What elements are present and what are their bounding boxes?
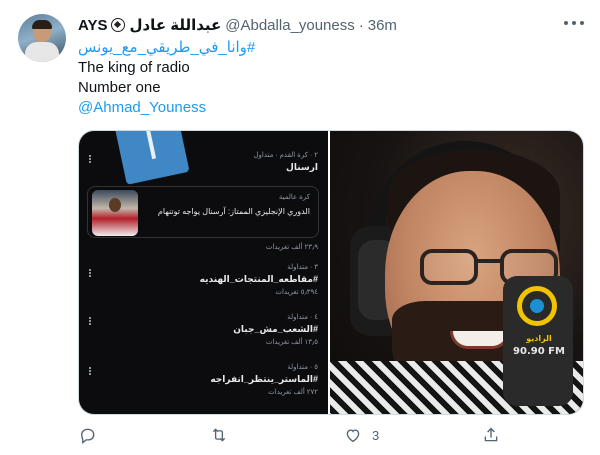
- trend-meta: ٥ · متداولة: [287, 364, 318, 371]
- trend-more-icon: [89, 155, 91, 163]
- trend-meta: ٤ · متداولة: [287, 314, 318, 321]
- radio-mic-logo: الراديو 90.90 FM: [503, 276, 573, 406]
- share-icon: [484, 427, 498, 442]
- reply-icon: [81, 428, 95, 444]
- trend-item: ٥ · متداولة #الماستر_ينتظر_انفراجه ٢٧٢ أ…: [210, 363, 318, 396]
- separator-dot: ·: [358, 16, 364, 34]
- trend-name: ارسنال: [286, 162, 318, 172]
- media-image-trends[interactable]: ٢ · كرة القدم · متداول ارسنال كرة عالمية…: [79, 131, 330, 414]
- retweet-button[interactable]: [210, 426, 228, 444]
- soccer-ball-icon: [111, 18, 126, 32]
- trend-item: ٣ · متداولة #مقاطعه_المنتجات_الهنديه ٥٫٣…: [200, 263, 318, 296]
- trend-more-icon: [89, 269, 91, 277]
- trend-meta: ٣ · متداولة: [287, 264, 318, 271]
- tweet-header: AYS عبداللة عادل @Abdalla_youness · 36m: [78, 15, 548, 35]
- display-name-text[interactable]: AYS: [78, 17, 107, 34]
- media-grid: ٢ · كرة القدم · متداول ارسنال كرة عالمية…: [78, 130, 584, 415]
- like-button[interactable]: 3: [344, 426, 379, 444]
- news-thumbnail: [92, 190, 138, 236]
- trend-count: ٥٫٣٩٤ تغريدات: [275, 289, 318, 296]
- trend-count: ٢٧٢ ألف تغريدات: [268, 389, 318, 396]
- trend-item: ٢ · كرة القدم · متداول ارسنال: [253, 151, 318, 173]
- tweet-text: #وانا_في_طريقي_مع_يونس The king of radio…: [78, 38, 578, 118]
- trend-item: ٤ · متداولة #الشعب_مش_جبان ١٣٫٥ ألف تغري…: [233, 313, 318, 346]
- trend-name: #الماستر_ينتظر_انفراجه: [210, 374, 318, 384]
- tweet-time[interactable]: 36m: [368, 17, 397, 34]
- blue-tag-graphic: [112, 131, 190, 185]
- display-name-arabic[interactable]: عبداللة عادل: [129, 16, 221, 34]
- heart-icon: [346, 429, 360, 443]
- mention-link[interactable]: @Ahmad_Youness: [78, 98, 578, 118]
- tweet-line-2: Number one: [78, 79, 161, 96]
- trend-name: #الشعب_مش_جبان: [233, 324, 318, 334]
- trend-meta: ٢ · كرة القدم · متداول: [253, 152, 318, 159]
- hashtag-link[interactable]: #وانا_في_طريقي_مع_يونس: [78, 38, 578, 58]
- media-image-photo[interactable]: الراديو 90.90 FM: [330, 131, 583, 414]
- news-title: الدوري الإنجليزي الممتاز: آرسنال يواجه ت…: [157, 207, 310, 216]
- smile: [450, 331, 510, 349]
- news-count: ٢٣٫٩ ألف تغريدات: [265, 244, 318, 251]
- tweet-actions: 3: [78, 426, 508, 448]
- radio-logo-freq: 90.90 FM: [513, 346, 565, 357]
- trend-count: ١٣٫٥ ألف تغريدات: [265, 339, 318, 346]
- share-button[interactable]: [482, 426, 500, 444]
- tweet: AYS عبداللة عادل @Abdalla_youness · 36m …: [0, 0, 600, 455]
- avatar[interactable]: [18, 14, 66, 62]
- user-handle[interactable]: @Abdalla_youness: [225, 17, 354, 34]
- news-meta: كرة عالمية: [278, 194, 310, 201]
- radio-logo-text: الراديو: [526, 334, 552, 343]
- trend-more-icon: [89, 317, 91, 325]
- trend-name: #مقاطعه_المنتجات_الهنديه: [199, 274, 318, 284]
- trend-more-icon: [89, 367, 91, 375]
- news-card: كرة عالمية الدوري الإنجليزي الممتاز: آرس…: [87, 186, 319, 238]
- display-name[interactable]: AYS عبداللة عادل: [78, 16, 221, 35]
- like-count: 3: [372, 427, 380, 443]
- more-horizontal-icon[interactable]: [564, 16, 584, 30]
- retweet-icon: [212, 428, 226, 442]
- tweet-line-1: The king of radio: [78, 59, 190, 76]
- reply-button[interactable]: [78, 426, 96, 444]
